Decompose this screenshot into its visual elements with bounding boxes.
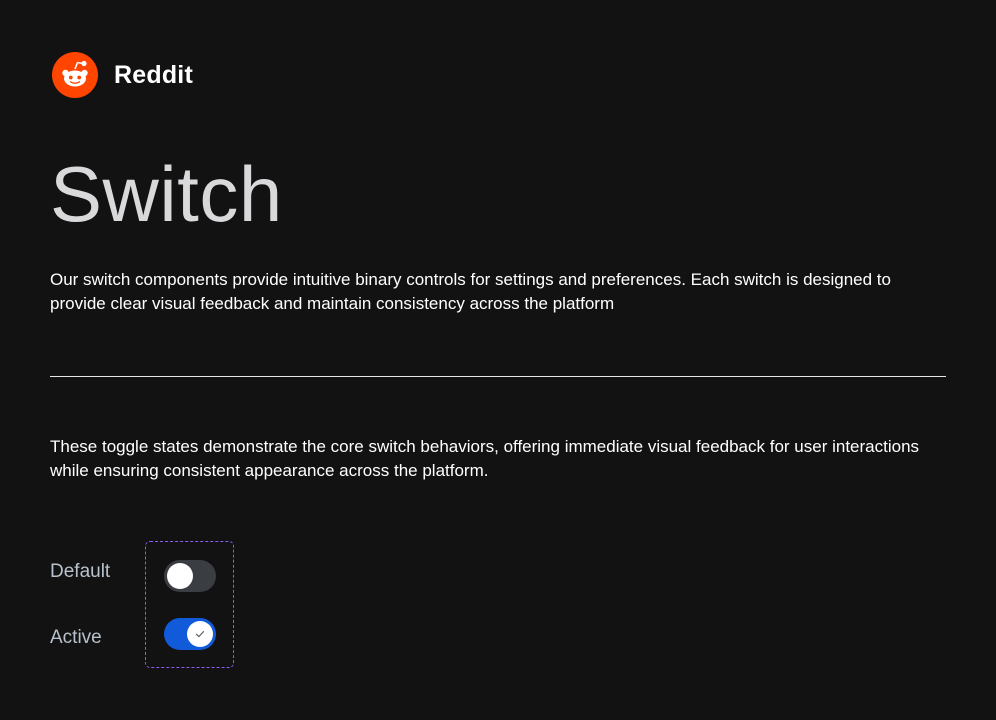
reddit-logo-icon [52,52,98,98]
intro-text: Our switch components provide intuitive … [50,270,891,313]
default-state-label: Default [50,561,111,582]
section-description: These toggle states demonstrate the core… [50,437,920,480]
check-icon [195,631,205,638]
brand-name: Reddit [114,60,193,89]
switch-knob [187,621,213,647]
active-switch[interactable] [164,618,216,650]
page-title: Switch [50,150,283,238]
brand-header: Reddit [52,52,193,98]
divider [50,376,946,377]
switch-knob [167,563,193,589]
active-state-label: Active [50,627,102,648]
default-switch[interactable] [164,560,216,592]
